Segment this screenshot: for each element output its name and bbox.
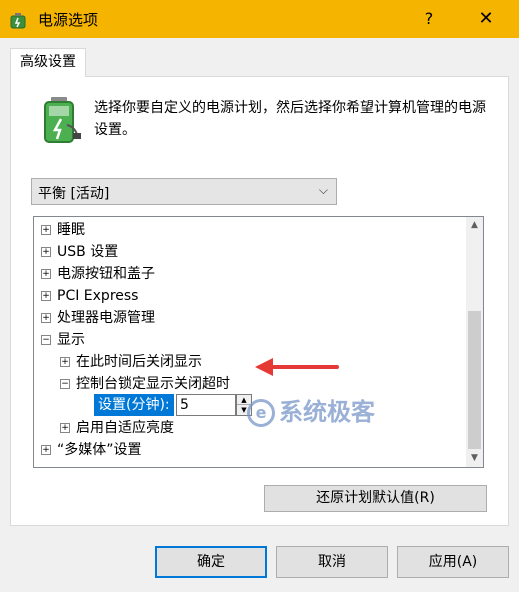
power-options-icon — [10, 13, 26, 29]
expand-icon[interactable]: + — [41, 269, 51, 279]
help-button[interactable]: ? — [411, 7, 447, 31]
settings-tree[interactable]: + 睡眠 + USB 设置 + 电源按钮和盖子 + PCI Express + … — [33, 216, 484, 468]
tree-item-label: 电源按钮和盖子 — [57, 266, 155, 282]
settings-panel: 选择你要自定义的电源计划，然后选择你希望计算机管理的电源设置。 平衡 [活动] … — [10, 76, 509, 526]
collapse-icon[interactable]: − — [41, 335, 51, 345]
window-title: 电源选项 — [38, 11, 99, 29]
title-bar: 电源选项 ? ✕ — [0, 0, 519, 38]
battery-icon — [44, 97, 81, 143]
tree-item-label: 控制台锁定显示关闭超时 — [76, 376, 230, 392]
watermark: e 系统极客 — [247, 396, 375, 428]
restore-defaults-button[interactable]: 还原计划默认值(R) — [264, 485, 487, 512]
setting-minutes-label: 设置(分钟): — [94, 394, 174, 416]
description-text: 选择你要自定义的电源计划，然后选择你希望计算机管理的电源设置。 — [94, 100, 486, 138]
power-plan-value: 平衡 [活动] — [38, 186, 110, 202]
tab-advanced-settings[interactable]: 高级设置 — [10, 48, 86, 77]
expand-icon[interactable]: + — [41, 291, 51, 301]
watermark-text: 系统极客 — [279, 398, 375, 426]
expand-icon[interactable]: + — [41, 445, 51, 455]
tree-item-label: “多媒体”设置 — [57, 442, 142, 458]
expand-icon[interactable]: + — [60, 423, 70, 433]
cancel-button[interactable]: 取消 — [276, 546, 388, 578]
scroll-thumb[interactable] — [468, 311, 481, 449]
chevron-down-icon: ⌵ — [318, 183, 328, 197]
tree-item-label: 处理器电源管理 — [57, 310, 155, 326]
scroll-up-icon[interactable]: ▲ — [466, 217, 483, 234]
ok-button[interactable]: 确定 — [155, 546, 267, 578]
expand-icon[interactable]: + — [41, 313, 51, 323]
vertical-scrollbar[interactable]: ▲ ▼ — [466, 217, 483, 467]
expand-icon[interactable]: + — [60, 357, 70, 367]
apply-button[interactable]: 应用(A) — [397, 546, 509, 578]
tree-item-label: 在此时间后关闭显示 — [76, 354, 202, 370]
collapse-icon[interactable]: − — [60, 379, 70, 389]
minutes-input[interactable]: 5 — [176, 394, 236, 416]
tree-item-label: 显示 — [57, 332, 85, 348]
expand-icon[interactable]: + — [41, 225, 51, 235]
tree-item-label: USB 设置 — [57, 244, 119, 260]
tree-item-label: 启用自适应亮度 — [76, 420, 174, 436]
annotation-arrow-icon — [255, 358, 339, 376]
power-plan-select[interactable]: 平衡 [活动] ⌵ — [31, 178, 337, 205]
scroll-down-icon[interactable]: ▼ — [466, 450, 483, 467]
expand-icon[interactable]: + — [41, 247, 51, 257]
watermark-logo-icon: e — [247, 399, 275, 427]
tree-item-label: PCI Express — [57, 288, 139, 304]
tree-item-label: 睡眠 — [57, 222, 85, 238]
close-button[interactable]: ✕ — [466, 7, 506, 31]
